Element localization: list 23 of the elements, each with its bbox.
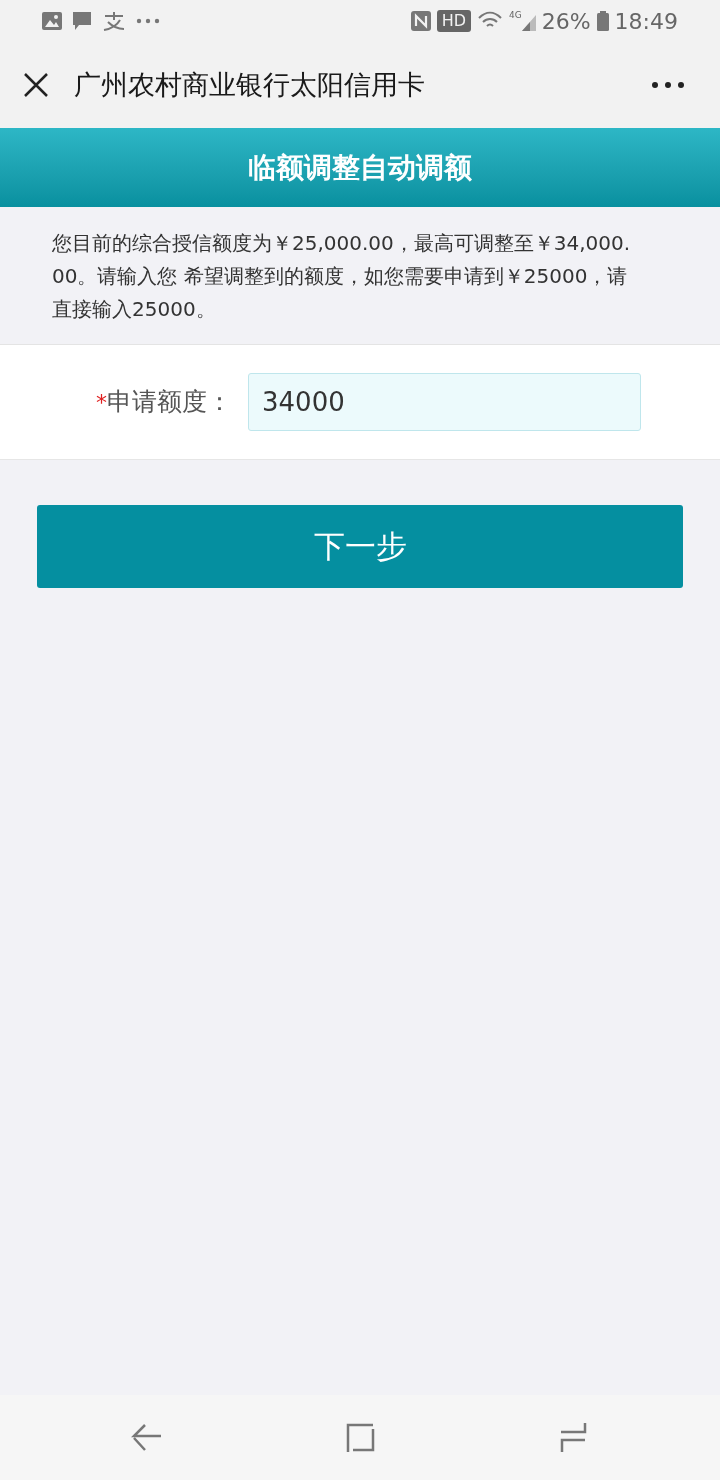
battery-icon bbox=[596, 11, 609, 31]
back-icon bbox=[130, 1422, 163, 1453]
header-title: 临额调整自动调额 bbox=[248, 149, 472, 186]
app-icon bbox=[102, 11, 126, 31]
battery-percent: 26% bbox=[541, 7, 591, 36]
page-title: 广州农村商业银行太阳信用卡 bbox=[74, 67, 426, 102]
network-label: 4G bbox=[509, 11, 522, 20]
hd-badge: HD bbox=[436, 10, 471, 32]
image-icon bbox=[42, 12, 62, 30]
more-icon bbox=[136, 18, 160, 24]
amount-field[interactable]: 34000 bbox=[248, 373, 641, 431]
recents-icon bbox=[345, 1422, 375, 1453]
close-button[interactable] bbox=[22, 71, 50, 99]
next-button[interactable]: 下一步 bbox=[37, 505, 683, 588]
info-text: 您目前的综合授信额度为￥25,000.00，最高可调整至￥34,000.00。请输入您 希望调整到的额度，如您需要申请到￥25000，请直接输入25000。 bbox=[52, 230, 632, 323]
switch-icon bbox=[559, 1421, 588, 1454]
close-icon bbox=[23, 72, 49, 98]
required-mark: * bbox=[96, 389, 107, 418]
more-icon bbox=[652, 82, 684, 88]
amount-label: 申请额度： bbox=[107, 386, 232, 419]
nfc-icon bbox=[410, 11, 431, 31]
clock: 18:49 bbox=[614, 7, 678, 36]
chat-icon bbox=[72, 11, 92, 31]
